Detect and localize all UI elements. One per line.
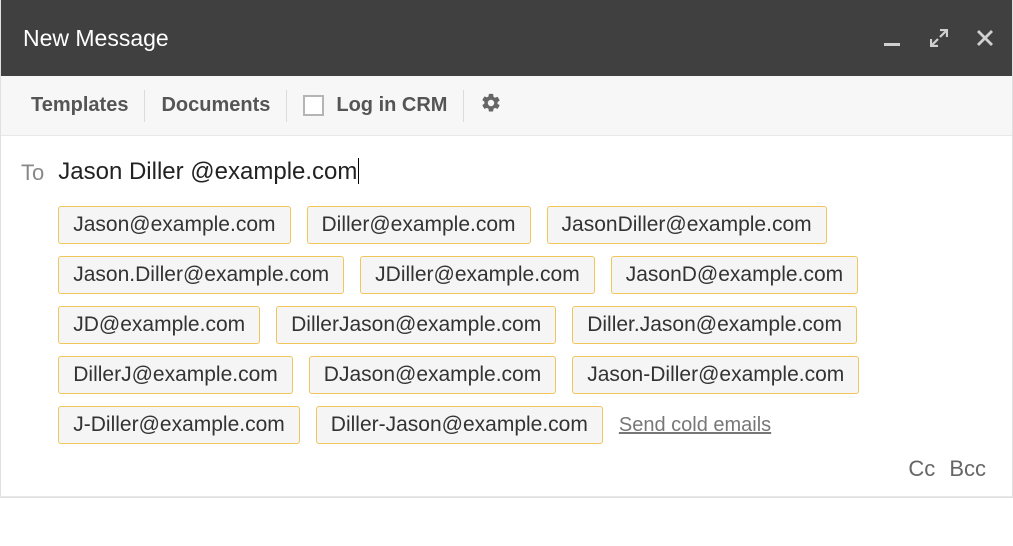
email-suggestions: Jason@example.com Diller@example.com Jason… <box>58 206 992 444</box>
expand-icon[interactable] <box>930 29 948 47</box>
recipients-footer: Cc Bcc <box>58 444 992 496</box>
close-icon[interactable] <box>976 29 994 47</box>
minimize-icon[interactable] <box>882 28 902 48</box>
email-suggestion-chip[interactable]: Jason.Diller@example.com <box>58 256 344 294</box>
gear-icon <box>480 92 502 120</box>
send-cold-emails-link[interactable]: Send cold emails <box>619 414 771 437</box>
email-suggestion-chip[interactable]: DillerJ@example.com <box>58 356 293 394</box>
compose-window: New Message Templates Documents <box>0 0 1013 498</box>
settings-button[interactable] <box>464 88 518 124</box>
recipients-row: To Jason Diller @example.com Jason@examp… <box>21 154 992 496</box>
cc-button[interactable]: Cc <box>908 456 935 482</box>
email-suggestion-chip[interactable]: J-Diller@example.com <box>58 406 300 444</box>
divider <box>1 496 1012 497</box>
email-suggestion-chip[interactable]: Jason-Diller@example.com <box>572 356 859 394</box>
toolbar: Templates Documents Log in CRM <box>1 76 1012 136</box>
email-suggestion-chip[interactable]: Diller.Jason@example.com <box>572 306 857 344</box>
email-suggestion-chip[interactable]: JasonD@example.com <box>611 256 858 294</box>
log-in-crm-toggle[interactable]: Log in CRM <box>287 90 463 121</box>
email-suggestion-chip[interactable]: JDiller@example.com <box>360 256 595 294</box>
log-in-crm-checkbox[interactable] <box>303 95 324 116</box>
log-in-crm-label: Log in CRM <box>336 94 447 117</box>
titlebar-actions <box>882 28 994 48</box>
bcc-button[interactable]: Bcc <box>949 456 986 482</box>
templates-button[interactable]: Templates <box>31 90 144 121</box>
to-input[interactable]: Jason Diller @example.com <box>58 154 359 194</box>
compose-body: To Jason Diller @example.com Jason@examp… <box>1 136 1012 496</box>
email-suggestion-chip[interactable]: DillerJason@example.com <box>276 306 556 344</box>
templates-label: Templates <box>31 94 128 117</box>
titlebar: New Message <box>1 0 1012 76</box>
email-suggestion-chip[interactable]: DJason@example.com <box>309 356 556 394</box>
documents-label: Documents <box>161 94 270 117</box>
to-label: To <box>21 154 44 186</box>
email-suggestion-chip[interactable]: Diller@example.com <box>307 206 531 244</box>
email-suggestion-chip[interactable]: JD@example.com <box>58 306 260 344</box>
email-suggestion-chip[interactable]: JasonDiller@example.com <box>547 206 827 244</box>
email-suggestion-chip[interactable]: Jason@example.com <box>58 206 290 244</box>
window-title: New Message <box>23 25 169 52</box>
recipients-content: Jason Diller @example.com Jason@example.… <box>58 154 992 496</box>
email-suggestion-chip[interactable]: Diller-Jason@example.com <box>316 406 603 444</box>
documents-button[interactable]: Documents <box>145 90 286 121</box>
